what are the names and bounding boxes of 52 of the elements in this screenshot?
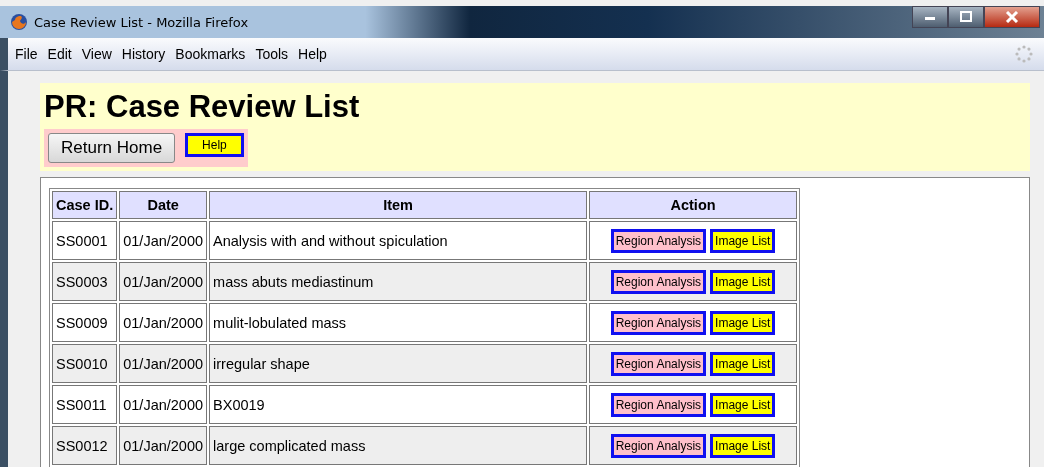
region-analysis-button[interactable]: Region Analysis xyxy=(610,310,707,335)
return-home-button[interactable]: Return Home xyxy=(48,133,176,163)
image-list-button[interactable]: Image List xyxy=(710,351,776,376)
table-cell: BX0019 xyxy=(209,385,588,424)
image-list-button[interactable]: Image List xyxy=(710,269,776,294)
table-cell: mulit-lobulated mass xyxy=(209,303,588,342)
table-cell: SS0001 xyxy=(52,221,118,260)
table-cell: 01/Jan/2000 xyxy=(119,262,208,301)
maximize-icon xyxy=(959,11,973,23)
table-cell: Analysis with and without spiculation xyxy=(209,221,588,260)
image-list-button[interactable]: Image List xyxy=(710,228,776,253)
region-analysis-button[interactable]: Region Analysis xyxy=(610,351,707,376)
image-list-button[interactable]: Image List xyxy=(710,310,776,335)
maximize-button[interactable] xyxy=(948,6,984,28)
menu-item[interactable]: Bookmarks xyxy=(172,46,253,62)
menu-item[interactable]: History xyxy=(118,46,173,62)
image-list-button[interactable]: Image List xyxy=(710,392,776,417)
region-analysis-button[interactable]: Region Analysis xyxy=(610,228,707,253)
image-list-button[interactable]: Image List xyxy=(710,433,776,458)
table-cell: 01/Jan/2000 xyxy=(119,385,208,424)
region-analysis-button[interactable]: Region Analysis xyxy=(610,392,707,417)
table-cell: SS0012 xyxy=(52,426,118,465)
menu-item[interactable]: Tools xyxy=(252,46,296,62)
column-header: Action xyxy=(589,191,798,219)
browser-logo-icon xyxy=(10,13,28,31)
table-cell: SS0011 xyxy=(52,385,118,424)
page-heading: PR: Case Review List xyxy=(44,89,360,125)
table-cell: mass abuts mediastinum xyxy=(209,262,588,301)
table-cell: SS0010 xyxy=(52,344,118,383)
close-icon xyxy=(1005,11,1019,23)
menu-item[interactable]: Help xyxy=(295,46,334,62)
table-cell: 01/Jan/2000 xyxy=(119,426,208,465)
column-header: Case ID. xyxy=(52,191,118,219)
table-cell: 01/Jan/2000 xyxy=(119,221,208,260)
menu-item[interactable]: Edit xyxy=(44,46,79,62)
region-analysis-button[interactable]: Region Analysis xyxy=(610,433,707,458)
loading-spinner-icon xyxy=(1014,44,1034,64)
help-button[interactable]: Help xyxy=(185,133,244,157)
column-header: Item xyxy=(209,191,588,219)
menu-item[interactable]: File xyxy=(12,46,45,62)
region-analysis-button[interactable]: Region Analysis xyxy=(610,269,707,294)
table-cell: 01/Jan/2000 xyxy=(119,303,208,342)
column-header: Date xyxy=(119,191,208,219)
minimize-button[interactable] xyxy=(912,6,948,28)
close-button[interactable] xyxy=(984,6,1040,28)
window-title: Case Review List - Mozilla Firefox xyxy=(34,14,249,30)
table-cell: irregular shape xyxy=(209,344,588,383)
table-cell: large complicated mass xyxy=(209,426,588,465)
table-cell: SS0003 xyxy=(52,262,118,301)
table-cell: SS0009 xyxy=(52,303,118,342)
menu-item[interactable]: View xyxy=(78,46,119,62)
table-cell: 01/Jan/2000 xyxy=(119,344,208,383)
